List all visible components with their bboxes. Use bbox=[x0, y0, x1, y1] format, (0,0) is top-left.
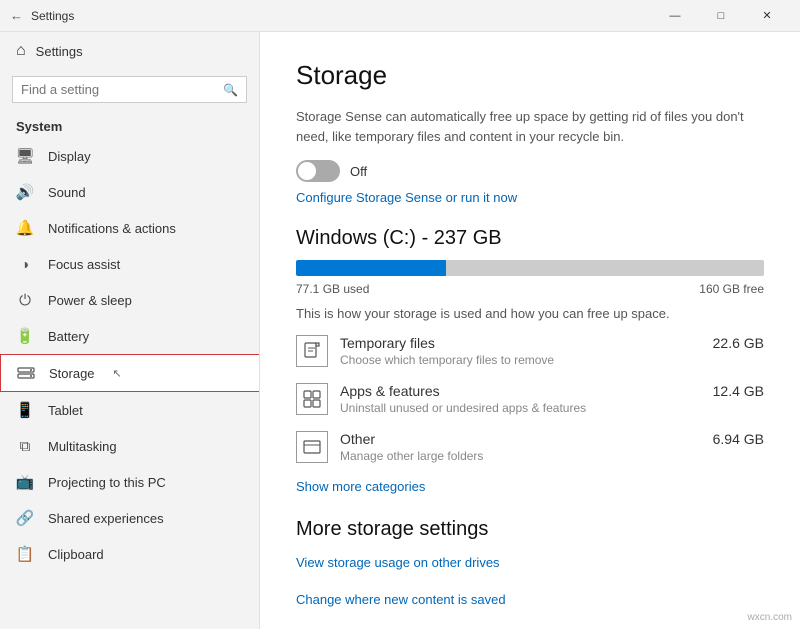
sidebar-item-power-label: Power & sleep bbox=[48, 293, 132, 308]
sidebar-item-storage-label: Storage bbox=[49, 366, 95, 381]
temp-files-header: Temporary files 22.6 GB bbox=[340, 335, 764, 351]
notifications-icon: 🔔 bbox=[16, 219, 34, 237]
other-name: Other bbox=[340, 431, 375, 447]
other-details: Other 6.94 GB Manage other large folders bbox=[340, 431, 764, 463]
search-box: 🔍 bbox=[12, 76, 247, 103]
sidebar-item-battery-label: Battery bbox=[48, 329, 89, 344]
other-header: Other 6.94 GB bbox=[340, 431, 764, 447]
sidebar-item-display-label: Display bbox=[48, 149, 91, 164]
other-icon bbox=[296, 431, 328, 463]
sidebar-item-sound-label: Sound bbox=[48, 185, 86, 200]
configure-link[interactable]: Configure Storage Sense or run it now bbox=[296, 190, 764, 205]
minimize-button[interactable]: — bbox=[652, 0, 698, 32]
sidebar-item-display[interactable]: 🖥 Display bbox=[0, 138, 259, 174]
cursor-pointer-indicator: ↖ bbox=[113, 367, 122, 380]
sidebar-item-clipboard-label: Clipboard bbox=[48, 547, 104, 562]
sidebar-item-focus-label: Focus assist bbox=[48, 257, 120, 272]
sidebar-item-notifications[interactable]: 🔔 Notifications & actions bbox=[0, 210, 259, 246]
focus-icon: ◑ bbox=[16, 255, 34, 273]
sidebar-item-clipboard[interactable]: 📋 Clipboard bbox=[0, 536, 259, 572]
page-title: Storage bbox=[296, 60, 764, 91]
sidebar-item-tablet-label: Tablet bbox=[48, 403, 83, 418]
used-label: 77.1 GB used bbox=[296, 282, 369, 296]
storage-bar-used bbox=[296, 260, 446, 276]
search-input[interactable] bbox=[21, 82, 217, 97]
view-storage-link[interactable]: View storage usage on other drives bbox=[296, 555, 764, 570]
storage-sense-toggle[interactable] bbox=[296, 160, 340, 182]
close-button[interactable]: ✕ bbox=[744, 0, 790, 32]
apps-desc: Uninstall unused or undesired apps & fea… bbox=[340, 401, 764, 415]
power-icon: ⏻ bbox=[16, 291, 34, 309]
free-label: 160 GB free bbox=[699, 282, 764, 296]
apps-name: Apps & features bbox=[340, 383, 440, 399]
sidebar-home-label: Settings bbox=[36, 44, 83, 59]
bar-labels: 77.1 GB used 160 GB free bbox=[296, 282, 764, 296]
window-controls: — □ ✕ bbox=[652, 0, 790, 32]
sidebar-item-multitasking[interactable]: ⧉ Multitasking bbox=[0, 428, 259, 464]
title-bar: ← Settings — □ ✕ bbox=[0, 0, 800, 32]
other-size: 6.94 GB bbox=[713, 431, 764, 447]
apps-header: Apps & features 12.4 GB bbox=[340, 383, 764, 399]
sidebar-item-projecting-label: Projecting to this PC bbox=[48, 475, 166, 490]
temp-files-icon bbox=[296, 335, 328, 367]
sound-icon: 🔊 bbox=[16, 183, 34, 201]
storage-description: Storage Sense can automatically free up … bbox=[296, 107, 764, 146]
sidebar-item-focus[interactable]: ◑ Focus assist bbox=[0, 246, 259, 282]
storage-item-other[interactable]: Other 6.94 GB Manage other large folders bbox=[296, 431, 764, 463]
sidebar-item-multitasking-label: Multitasking bbox=[48, 439, 117, 454]
shared-icon: 🔗 bbox=[16, 509, 34, 527]
drive-title: Windows (C:) - 237 GB bbox=[296, 227, 764, 250]
clipboard-icon: 📋 bbox=[16, 545, 34, 563]
storage-item-temp[interactable]: Temporary files 22.6 GB Choose which tem… bbox=[296, 335, 764, 367]
toggle-row: Off bbox=[296, 160, 764, 182]
change-content-link[interactable]: Change where new content is saved bbox=[296, 592, 764, 607]
projecting-icon: 📺 bbox=[16, 473, 34, 491]
sidebar-item-shared[interactable]: 🔗 Shared experiences bbox=[0, 500, 259, 536]
sidebar-item-notifications-label: Notifications & actions bbox=[48, 221, 176, 236]
apps-details: Apps & features 12.4 GB Uninstall unused… bbox=[340, 383, 764, 415]
storage-item-apps[interactable]: Apps & features 12.4 GB Uninstall unused… bbox=[296, 383, 764, 415]
home-icon: ⌂ bbox=[16, 42, 26, 60]
battery-icon: 🔋 bbox=[16, 327, 34, 345]
display-icon: 🖥 bbox=[16, 147, 34, 165]
sidebar-item-storage[interactable]: Storage ↖ bbox=[0, 354, 259, 392]
tablet-icon: 📱 bbox=[16, 401, 34, 419]
storage-icon bbox=[17, 364, 35, 382]
sidebar: ⌂ Settings 🔍 System 🖥 Display 🔊 Sound 🔔 … bbox=[0, 32, 260, 629]
sidebar-item-sound[interactable]: 🔊 Sound bbox=[0, 174, 259, 210]
sidebar-item-tablet[interactable]: 📱 Tablet bbox=[0, 392, 259, 428]
temp-files-size: 22.6 GB bbox=[713, 335, 764, 351]
window-title: Settings bbox=[31, 9, 74, 23]
app-body: ⌂ Settings 🔍 System 🖥 Display 🔊 Sound 🔔 … bbox=[0, 32, 800, 629]
watermark: wxcn.com bbox=[748, 612, 792, 623]
temp-files-details: Temporary files 22.6 GB Choose which tem… bbox=[340, 335, 764, 367]
toggle-label: Off bbox=[350, 164, 367, 179]
sidebar-home-button[interactable]: ⌂ Settings bbox=[0, 32, 259, 70]
temp-files-desc: Choose which temporary files to remove bbox=[340, 353, 764, 367]
title-bar-left: ← Settings bbox=[10, 8, 74, 23]
more-settings-title: More storage settings bbox=[296, 518, 764, 541]
search-icon: 🔍 bbox=[223, 83, 238, 97]
storage-bar bbox=[296, 260, 764, 276]
content-area: Storage Storage Sense can automatically … bbox=[260, 32, 800, 629]
how-used-text: This is how your storage is used and how… bbox=[296, 306, 764, 321]
sidebar-item-battery[interactable]: 🔋 Battery bbox=[0, 318, 259, 354]
other-desc: Manage other large folders bbox=[340, 449, 764, 463]
sidebar-item-shared-label: Shared experiences bbox=[48, 511, 164, 526]
back-icon[interactable]: ← bbox=[10, 8, 23, 23]
maximize-button[interactable]: □ bbox=[698, 0, 744, 32]
sidebar-section-label: System bbox=[0, 113, 259, 138]
sidebar-item-power[interactable]: ⏻ Power & sleep bbox=[0, 282, 259, 318]
show-more-link[interactable]: Show more categories bbox=[296, 479, 764, 494]
apps-size: 12.4 GB bbox=[713, 383, 764, 399]
temp-files-name: Temporary files bbox=[340, 335, 435, 351]
apps-icon bbox=[296, 383, 328, 415]
sidebar-item-projecting[interactable]: 📺 Projecting to this PC bbox=[0, 464, 259, 500]
multitasking-icon: ⧉ bbox=[16, 437, 34, 455]
